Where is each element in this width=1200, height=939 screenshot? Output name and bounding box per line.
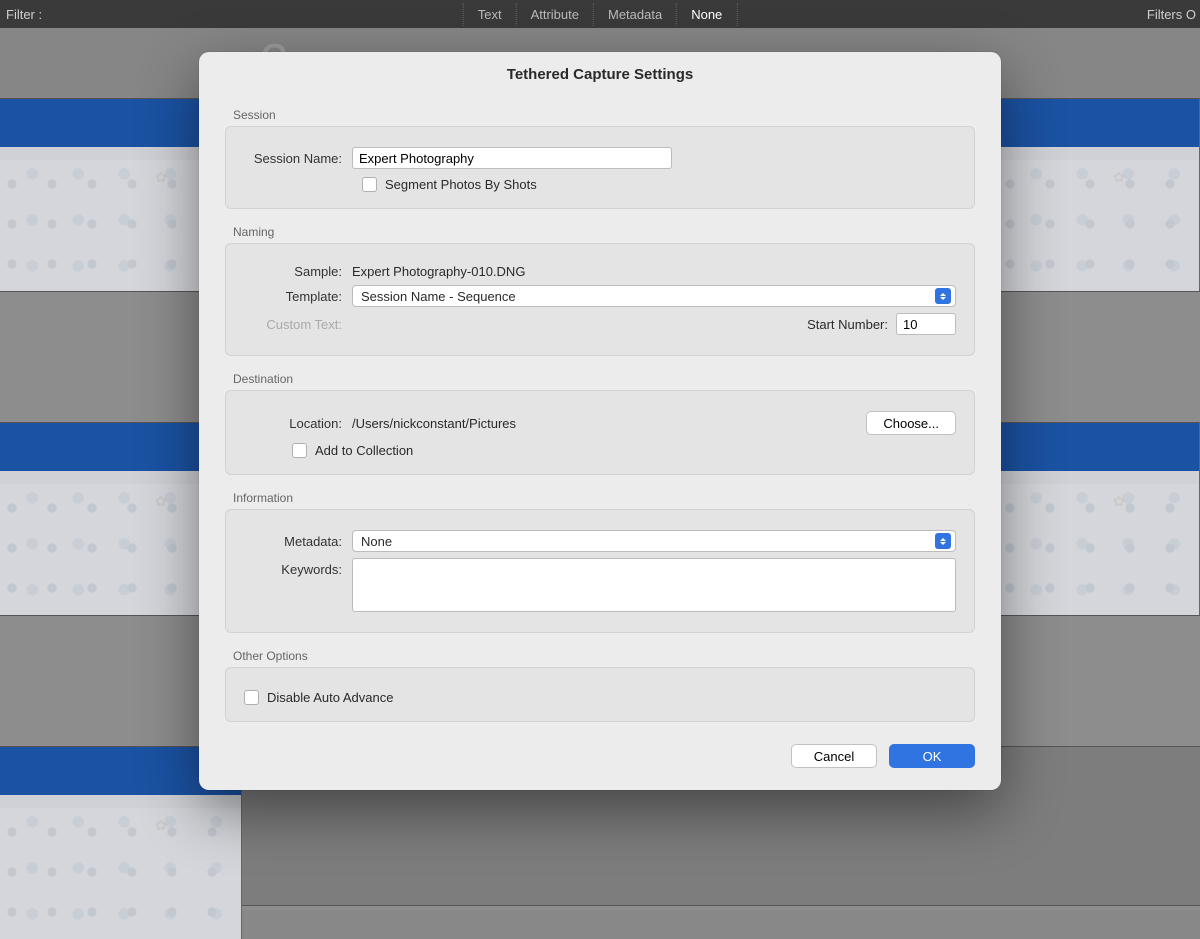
add-to-collection-checkbox[interactable] bbox=[292, 443, 307, 458]
metadata-label: Metadata: bbox=[244, 534, 352, 549]
add-to-collection-label: Add to Collection bbox=[315, 443, 413, 458]
dropdown-caret-icon bbox=[935, 288, 951, 304]
segment-photos-checkbox[interactable] bbox=[362, 177, 377, 192]
session-section-label: Session bbox=[233, 108, 975, 122]
start-number-label: Start Number: bbox=[807, 317, 888, 332]
disable-auto-advance-checkbox[interactable] bbox=[244, 690, 259, 705]
filter-tab-attribute[interactable]: Attribute bbox=[517, 3, 594, 26]
destination-panel: Location: /Users/nickconstant/Pictures C… bbox=[225, 390, 975, 475]
session-name-input[interactable] bbox=[352, 147, 672, 169]
filter-label: Filter : bbox=[0, 7, 42, 22]
filter-tab-metadata[interactable]: Metadata bbox=[594, 3, 677, 26]
custom-text-label: Custom Text: bbox=[244, 317, 352, 332]
session-panel: Session Name: Segment Photos By Shots bbox=[225, 126, 975, 209]
location-label: Location: bbox=[244, 416, 352, 431]
filter-tabs: Text Attribute Metadata None bbox=[463, 3, 738, 26]
filter-tab-text[interactable]: Text bbox=[463, 3, 517, 26]
other-options-section-label: Other Options bbox=[233, 649, 975, 663]
dialog-footer: Cancel OK bbox=[199, 738, 1001, 790]
dropdown-caret-icon bbox=[935, 533, 951, 549]
metadata-select-value: None bbox=[361, 534, 392, 549]
choose-button[interactable]: Choose... bbox=[866, 411, 956, 435]
tethered-capture-dialog: Tethered Capture Settings Session Sessio… bbox=[199, 52, 1001, 790]
destination-section-label: Destination bbox=[233, 372, 975, 386]
location-value: /Users/nickconstant/Pictures bbox=[352, 416, 516, 431]
filter-bar: Filter : Text Attribute Metadata None Fi… bbox=[0, 0, 1200, 28]
dialog-title: Tethered Capture Settings bbox=[199, 52, 1001, 100]
sample-label: Sample: bbox=[244, 264, 352, 279]
keywords-input[interactable] bbox=[352, 558, 956, 612]
template-label: Template: bbox=[244, 289, 352, 304]
filters-toggle[interactable]: Filters O bbox=[1147, 7, 1200, 22]
information-section-label: Information bbox=[233, 491, 975, 505]
information-panel: Metadata: None Keywords: bbox=[225, 509, 975, 633]
template-select-value: Session Name - Sequence bbox=[361, 289, 516, 304]
ok-button[interactable]: OK bbox=[889, 744, 975, 768]
template-select[interactable]: Session Name - Sequence bbox=[352, 285, 956, 307]
start-number-input[interactable] bbox=[896, 313, 956, 335]
filter-tab-none[interactable]: None bbox=[677, 3, 737, 26]
naming-section-label: Naming bbox=[233, 225, 975, 239]
naming-panel: Sample: Expert Photography-010.DNG Templ… bbox=[225, 243, 975, 356]
cancel-button[interactable]: Cancel bbox=[791, 744, 877, 768]
keywords-label: Keywords: bbox=[244, 558, 352, 577]
other-options-panel: Disable Auto Advance bbox=[225, 667, 975, 722]
session-name-label: Session Name: bbox=[244, 151, 352, 166]
segment-photos-label: Segment Photos By Shots bbox=[385, 177, 537, 192]
metadata-select[interactable]: None bbox=[352, 530, 956, 552]
disable-auto-advance-label: Disable Auto Advance bbox=[267, 690, 393, 705]
sample-value: Expert Photography-010.DNG bbox=[352, 264, 525, 279]
